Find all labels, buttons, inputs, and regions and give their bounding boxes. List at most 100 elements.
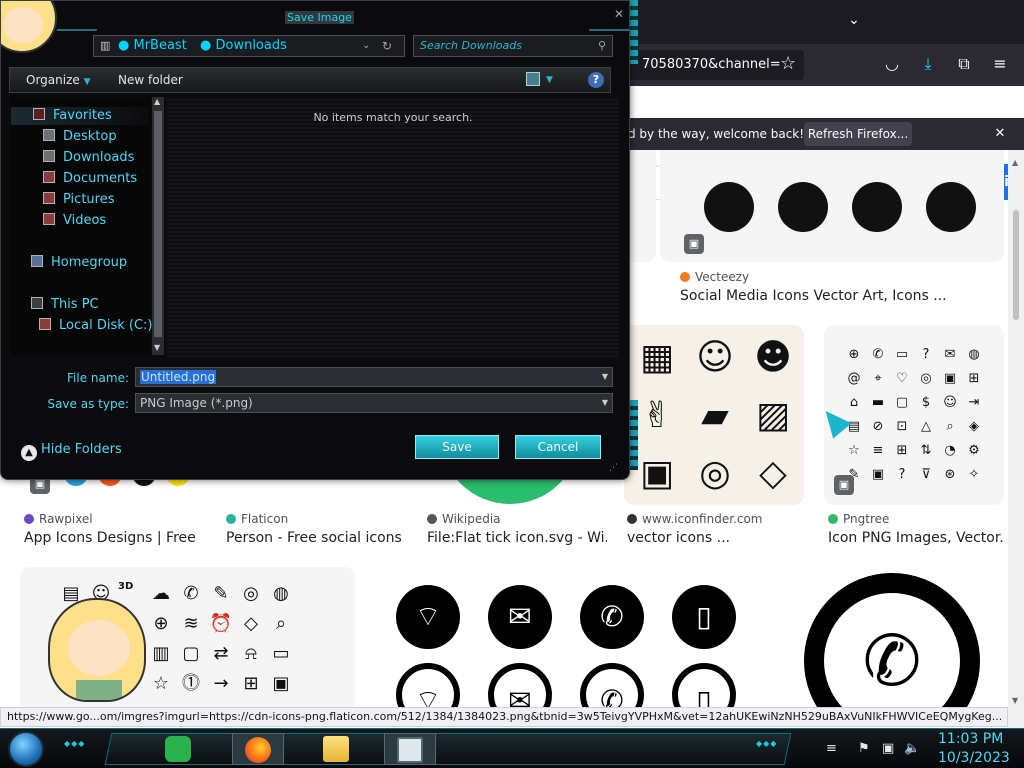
nav-desktop[interactable]: Desktop: [43, 128, 117, 146]
result-caption[interactable]: File:Flat tick icon.svg - Wi...: [427, 530, 607, 546]
result-thumbnail[interactable]: ▦ ☺ ☻ ✌ ▰ ▨ ▣ ◎ ◇: [624, 325, 804, 505]
cartoon-sticker: [48, 598, 146, 702]
mobile-icon: ▯: [672, 585, 736, 649]
result-source[interactable]: Flaticon: [226, 512, 288, 526]
nav-this-pc[interactable]: This PC: [31, 296, 99, 314]
outline-icon-row: ⌔ ✉ ✆ ▯: [396, 663, 736, 712]
resize-grip-icon[interactable]: ⋰: [609, 463, 618, 473]
taskbar-app-explorer[interactable]: [310, 733, 362, 765]
pngtree-grid-icon: ♡: [896, 371, 908, 386]
network-icon[interactable]: ▣: [882, 739, 894, 759]
save-image-dialog: Save Image ✕ ▥ ● MrBeast ● Downloads ⌄ ↻…: [0, 0, 630, 480]
organize-button[interactable]: Organize ▼: [26, 68, 91, 94]
list-all-tabs-icon[interactable]: ⌄: [846, 12, 862, 28]
save-type-select[interactable]: PNG Image (*.png) ▼: [135, 393, 613, 413]
pngtree-grid-icon: ?: [898, 467, 906, 482]
scroll-thumb[interactable]: [154, 111, 162, 337]
result-thumbnail[interactable]: ✆: [776, 567, 1004, 712]
result-thumbnail[interactable]: ⌔ ✉ ✆ ▯ ⌔ ✉ ✆ ▯: [376, 567, 756, 712]
dialog-border-decoration: [630, 0, 638, 64]
scroll-thumb[interactable]: [1013, 210, 1019, 320]
desktop-icon: [43, 129, 55, 141]
help-icon[interactable]: ?: [588, 72, 604, 88]
scroll-down-icon[interactable]: ▼: [154, 343, 160, 352]
rawpixel-grid-icon: ✆: [183, 583, 199, 604]
homegroup-icon: [31, 255, 43, 267]
vecteezy-logo-icon: [680, 272, 690, 282]
result-thumbnail[interactable]: ⊕ ✆ ▭? ✉ ◍ @ ⌖ ♡ ◎ ▣ ⊞ ⌂ ▬ ▢ $ ☺ ⇥ ▤ ⊘ ⊡ △ ⌕ ◈ ☆ ≡ ⊞ ⇅ ◔ ⚙ ✎ ▣? ⊽ ⊛ ✧ ▣: [824, 325, 1004, 505]
breadcrumb-item[interactable]: ● Downloads: [200, 36, 287, 56]
clock-date[interactable]: 10/3/2023: [938, 748, 1010, 768]
breadcrumb-item[interactable]: ● MrBeast: [118, 36, 187, 56]
nav-documents[interactable]: Documents: [43, 170, 137, 188]
nav-homegroup[interactable]: Homegroup: [31, 254, 127, 272]
chevron-down-icon[interactable]: ▼: [602, 368, 608, 386]
wikipedia-logo-icon: [427, 514, 437, 524]
result-caption[interactable]: vector icons ...: [627, 530, 807, 546]
result-source[interactable]: Rawpixel: [24, 512, 93, 526]
close-icon[interactable]: ✕: [608, 3, 629, 25]
file-name-field[interactable]: Untitled.png ▼: [135, 367, 613, 387]
bookmark-star-icon[interactable]: ☆: [780, 50, 796, 78]
downloads-icon[interactable]: ⤓: [916, 52, 940, 76]
pngtree-grid-icon: ◔: [944, 443, 956, 458]
chevron-down-icon[interactable]: ▼: [602, 394, 608, 412]
result-thumbnail[interactable]: ▣: [660, 150, 1004, 262]
page-scrollbar[interactable]: ▲ ▼: [1008, 150, 1024, 728]
close-icon[interactable]: ✕: [990, 124, 1010, 144]
rawpixel-grid-icon: ▢: [182, 643, 200, 664]
start-button[interactable]: [8, 731, 44, 767]
result-source[interactable]: Pngtree: [828, 512, 889, 526]
chevron-down-icon[interactable]: ▼: [546, 68, 553, 92]
search-icon[interactable]: ⚲: [598, 36, 606, 56]
pngtree-grid-icon: ⊞: [896, 443, 908, 458]
rawpixel-grid-icon: ⏰: [209, 613, 233, 634]
action-center-flag-icon[interactable]: ⚑: [858, 739, 870, 759]
result-caption[interactable]: Social Media Icons Vector Art, Icons ...: [680, 288, 980, 304]
extensions-icon[interactable]: ⧉: [952, 52, 976, 76]
navigation-scrollbar[interactable]: ▲ ▼: [152, 97, 164, 355]
search-input[interactable]: Search Downloads ⚲: [413, 35, 613, 57]
volume-icon[interactable]: 🔈: [904, 739, 920, 759]
pngtree-grid-icon: $: [921, 395, 931, 410]
scroll-up-icon[interactable]: ▲: [1012, 158, 1018, 167]
save-button[interactable]: Save: [415, 435, 499, 459]
cancel-button[interactable]: Cancel: [515, 435, 601, 459]
file-list[interactable]: No items match your search.: [167, 97, 619, 359]
result-caption[interactable]: App Icons Designs | Free ...: [24, 530, 200, 546]
result-caption[interactable]: Person - Free social icons: [226, 530, 406, 546]
result-source[interactable]: Vecteezy: [680, 270, 749, 284]
refresh-firefox-button[interactable]: Refresh Firefox...: [804, 122, 912, 146]
taskbar-app-feedly[interactable]: [152, 733, 204, 765]
result-caption[interactable]: Icon PNG Images, Vector...: [828, 530, 1004, 546]
result-source[interactable]: www.iconfinder.com: [627, 512, 762, 526]
pictures-icon: [43, 192, 55, 204]
address-bar[interactable]: ▥ ● MrBeast ● Downloads ⌄ ↻: [93, 35, 405, 57]
icon-grid: ⊕ ✆ ▭? ✉ ◍ @ ⌖ ♡ ◎ ▣ ⊞ ⌂ ▬ ▢ $ ☺ ⇥ ▤ ⊘ ⊡ △ ⌕ ◈ ☆ ≡ ⊞ ⇅ ◔ ⚙ ✎ ▣? ⊽ ⊛ ✧: [842, 343, 986, 487]
pocket-icon[interactable]: ◡: [880, 52, 904, 76]
rawpixel-grid-icon: ⌕: [275, 613, 287, 634]
firefox-icon: [245, 737, 271, 763]
taskbar: ◆◆◆ ◆◆◆ ≡ ⚑ ▣ 🔈 11:03 PM 10/3/2023: [0, 728, 1024, 768]
new-folder-button[interactable]: New folder: [118, 68, 183, 92]
pngtree-grid-icon: ⚙: [968, 443, 980, 458]
clock-time[interactable]: 11:03 PM: [938, 729, 1003, 749]
nav-videos[interactable]: Videos: [43, 212, 106, 230]
result-source[interactable]: Wikipedia: [427, 512, 501, 526]
chevron-down-icon[interactable]: ⌄: [362, 36, 370, 56]
view-options-icon[interactable]: [526, 72, 540, 86]
mobile-outline-icon: ▯: [672, 663, 736, 712]
nav-favorites[interactable]: Favorites: [11, 107, 149, 125]
scroll-up-icon[interactable]: ▲: [154, 97, 160, 106]
nav-downloads[interactable]: Downloads: [43, 149, 134, 167]
nav-local-disk[interactable]: Local Disk (C:): [39, 317, 152, 335]
pngtree-grid-icon: ⊘: [872, 419, 884, 434]
taskbar-app-control-panel[interactable]: [384, 733, 436, 765]
taskbar-app-firefox[interactable]: [232, 733, 284, 765]
refresh-icon[interactable]: ↻: [382, 36, 392, 56]
scroll-down-icon[interactable]: ▼: [1012, 696, 1018, 705]
hide-folders-button[interactable]: ▲ Hide Folders: [21, 441, 122, 461]
wifi-icon: ⌔: [396, 585, 460, 649]
nav-pictures[interactable]: Pictures: [43, 191, 114, 209]
hamburger-menu-icon[interactable]: ≡: [988, 52, 1012, 76]
